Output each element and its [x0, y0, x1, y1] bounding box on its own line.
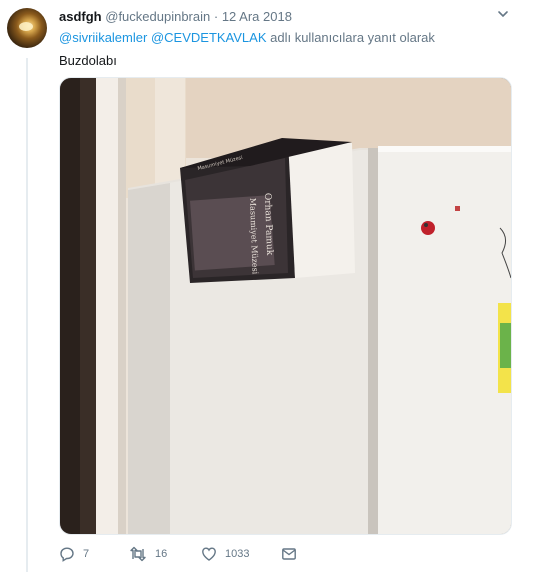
like-count: 1033 — [225, 548, 250, 560]
reply-count: 7 — [83, 548, 90, 560]
mention-cevdetkavlak[interactable]: @CEVDETKAVLAK — [151, 30, 267, 45]
reply-icon — [60, 547, 74, 562]
display-name[interactable]: asdfgh — [59, 9, 102, 24]
heart-icon — [202, 547, 216, 561]
like-button[interactable]: 1033 — [201, 546, 281, 562]
tweet-date[interactable]: 12 Ara 2018 — [222, 9, 292, 24]
reply-context-label: adlı kullanıcılara yanıt olarak — [270, 30, 435, 45]
thread-line — [26, 58, 28, 572]
tweet-text: Buzdolabı — [59, 53, 117, 68]
reply-button[interactable]: 7 — [59, 546, 129, 562]
tweet-actions: 7 16 1033 — [59, 543, 297, 565]
tweet-menu-button[interactable] — [497, 8, 509, 23]
avatar[interactable] — [7, 8, 47, 48]
reply-context: @sivriikalemler @CEVDETKAVLAK adlı kulla… — [59, 29, 435, 46]
user-handle[interactable]: @fuckedupinbrain — [105, 9, 210, 24]
mention-sivriikalemler[interactable]: @sivriikalemler — [59, 30, 147, 45]
fridge-photo: Orhan Pamuk Masumiyet Müzesi Masumiyet M… — [60, 78, 511, 534]
chevron-down-icon — [498, 11, 508, 18]
tweet-photo[interactable]: Orhan Pamuk Masumiyet Müzesi Masumiyet M… — [59, 77, 512, 535]
direct-message-button[interactable] — [281, 546, 297, 562]
retweet-icon — [130, 546, 146, 562]
retweet-button[interactable]: 16 — [129, 546, 201, 562]
retweet-count: 16 — [155, 548, 168, 560]
tweet-header: asdfgh @fuckedupinbrain · 12 Ara 2018 — [59, 8, 292, 25]
separator: · — [213, 9, 219, 24]
mail-icon — [282, 548, 296, 560]
